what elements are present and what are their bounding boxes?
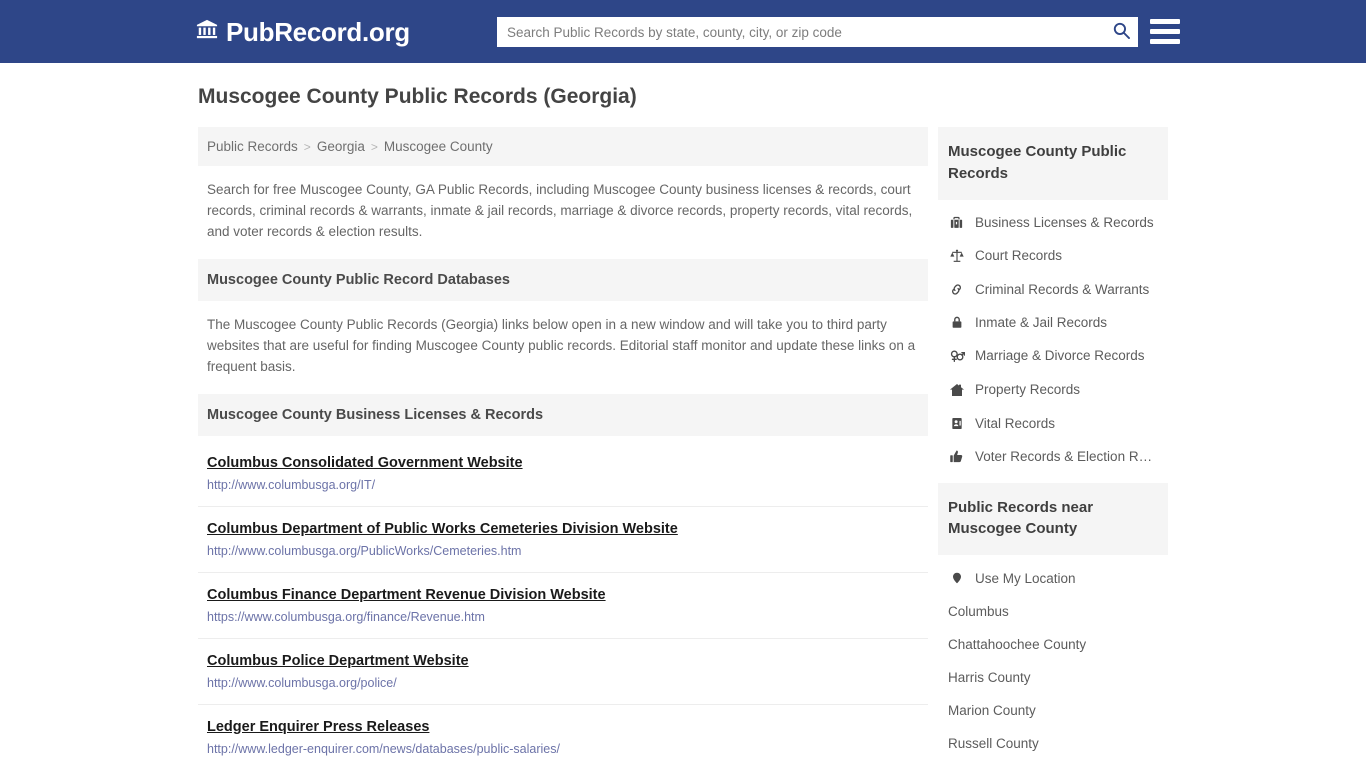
sidebar-item-label: Use My Location <box>975 570 1076 586</box>
sidebar-item-use-my-location[interactable]: Use My Location <box>938 561 1168 595</box>
breadcrumb-item-public-records[interactable]: Public Records <box>207 139 298 154</box>
search-input[interactable] <box>497 17 1104 47</box>
breadcrumb-item-muscogee-county: Muscogee County <box>383 139 493 154</box>
handcuffs-icon <box>948 282 965 297</box>
site-header: PubRecord.org <box>0 0 1366 63</box>
record-link-title[interactable]: Columbus Department of Public Works Ceme… <box>207 521 678 537</box>
search-button[interactable] <box>1104 17 1138 47</box>
business-section-heading: Muscogee County Business Licenses & Reco… <box>198 393 928 436</box>
record-link-url[interactable]: http://www.columbusga.org/IT/ <box>207 478 919 492</box>
databases-section-body: The Muscogee County Public Records (Geor… <box>207 316 916 374</box>
sidebar-item-russell-county[interactable]: Russell County <box>938 727 1168 760</box>
sidebar-item-columbus[interactable]: Columbus <box>938 595 1168 628</box>
lock-icon <box>948 315 965 330</box>
sidebar-item-label: Harris County <box>948 670 1031 685</box>
breadcrumb-separator-icon: > <box>303 139 311 154</box>
breadcrumb-item-georgia[interactable]: Georgia <box>317 139 365 154</box>
search-bar <box>497 17 1138 47</box>
sidebar-item-marriage-divorce-records[interactable]: Marriage & Divorce Records <box>938 339 1168 373</box>
record-link-title[interactable]: Ledger Enquirer Press Releases <box>207 719 429 735</box>
bank-icon <box>196 18 218 45</box>
hamburger-menu-button[interactable] <box>1150 17 1180 46</box>
sidebar-item-label: Russell County <box>948 736 1039 751</box>
record-link-title[interactable]: Columbus Finance Department Revenue Divi… <box>207 587 606 603</box>
sidebar-item-label: Inmate & Jail Records <box>975 314 1108 330</box>
sidebar-item-label: Marriage & Divorce Records <box>975 348 1145 363</box>
sidebar-item-court-records[interactable]: Court Records <box>938 239 1168 273</box>
nearby-panel: Public Records near Muscogee County Use … <box>938 482 1168 761</box>
business-links-list: Columbus Consolidated Government Website… <box>198 436 928 768</box>
thumbs-up-icon <box>948 449 965 464</box>
sidebar-item-criminal-records[interactable]: Criminal Records & Warrants <box>938 273 1168 306</box>
list-item: Columbus Consolidated Government Website… <box>198 438 928 507</box>
sidebar-item-marion-county[interactable]: Marion County <box>938 694 1168 727</box>
sidebar-item-label: Court Records <box>975 248 1063 263</box>
records-panel-list: Business Licenses & Records Court Record… <box>938 200 1168 473</box>
sidebar-item-business-licenses[interactable]: Business Licenses & Records <box>938 206 1168 239</box>
list-item: Columbus Finance Department Revenue Divi… <box>198 573 928 639</box>
record-link-title[interactable]: Columbus Consolidated Government Website <box>207 455 523 471</box>
sidebar-item-chattahoochee-county[interactable]: Chattahoochee County <box>938 628 1168 661</box>
sidebar-item-label: Columbus <box>948 604 1009 619</box>
list-item: Columbus Department of Public Works Ceme… <box>198 507 928 573</box>
location-pin-icon <box>948 570 965 586</box>
scales-icon <box>948 248 965 264</box>
sidebar-item-label: Criminal Records & Warrants <box>975 281 1150 297</box>
sidebar-item-harris-county[interactable]: Harris County <box>938 661 1168 694</box>
sidebar: Muscogee County Public Records Business … <box>938 127 1168 768</box>
gender-symbols-icon <box>948 348 965 364</box>
sidebar-item-label: Property Records <box>975 382 1081 397</box>
content-container: Public Records > Georgia > Muscogee Coun… <box>198 127 1168 768</box>
sidebar-item-vital-records[interactable]: Vital Records <box>938 407 1168 440</box>
list-item: Ledger Enquirer Press Releases http://ww… <box>198 705 928 768</box>
hamburger-menu-icon <box>1150 39 1180 44</box>
hamburger-menu-icon <box>1150 19 1180 24</box>
sidebar-item-label: Vital Records <box>975 415 1056 431</box>
sidebar-item-label: Chattahoochee County <box>948 637 1087 652</box>
id-card-icon <box>948 416 965 431</box>
search-icon <box>1112 21 1131 43</box>
list-item: Columbus Police Department Website http:… <box>198 639 928 705</box>
site-logo[interactable]: PubRecord.org <box>196 18 410 45</box>
page-body: Muscogee County Public Records (Georgia)… <box>0 63 1366 768</box>
nearby-panel-list: Use My Location Columbus Chattahoochee C… <box>938 555 1168 760</box>
record-link-url[interactable]: http://www.ledger-enquirer.com/news/data… <box>207 742 919 756</box>
sidebar-item-property-records[interactable]: Property Records <box>938 373 1168 407</box>
briefcase-icon <box>948 215 965 230</box>
intro-paragraph: Search for free Muscogee County, GA Publ… <box>207 182 913 239</box>
page-title: Muscogee County Public Records (Georgia) <box>198 85 637 108</box>
breadcrumb-separator-icon: > <box>370 139 378 154</box>
nearby-panel-heading: Public Records near Muscogee County <box>938 482 1168 555</box>
sidebar-item-voter-records[interactable]: Voter Records & Election R… <box>938 440 1168 473</box>
records-panel-heading: Muscogee County Public Records <box>938 127 1168 200</box>
home-icon <box>948 382 965 398</box>
record-link-title[interactable]: Columbus Police Department Website <box>207 653 469 669</box>
record-link-url[interactable]: https://www.columbusga.org/finance/Reven… <box>207 610 919 624</box>
sidebar-item-label: Business Licenses & Records <box>975 214 1154 230</box>
record-link-url[interactable]: http://www.columbusga.org/PublicWorks/Ce… <box>207 544 919 558</box>
site-logo-text: PubRecord.org <box>226 16 410 47</box>
record-link-url[interactable]: http://www.columbusga.org/police/ <box>207 676 919 690</box>
records-panel: Muscogee County Public Records Business … <box>938 127 1168 473</box>
breadcrumb: Public Records > Georgia > Muscogee Coun… <box>198 127 928 166</box>
databases-section-heading: Muscogee County Public Record Databases <box>198 258 928 301</box>
hamburger-menu-icon <box>1150 29 1180 34</box>
sidebar-item-label: Marion County <box>948 703 1036 718</box>
sidebar-item-inmate-jail-records[interactable]: Inmate & Jail Records <box>938 306 1168 339</box>
sidebar-item-label: Voter Records & Election R… <box>975 448 1153 464</box>
main-column: Public Records > Georgia > Muscogee Coun… <box>198 127 928 768</box>
